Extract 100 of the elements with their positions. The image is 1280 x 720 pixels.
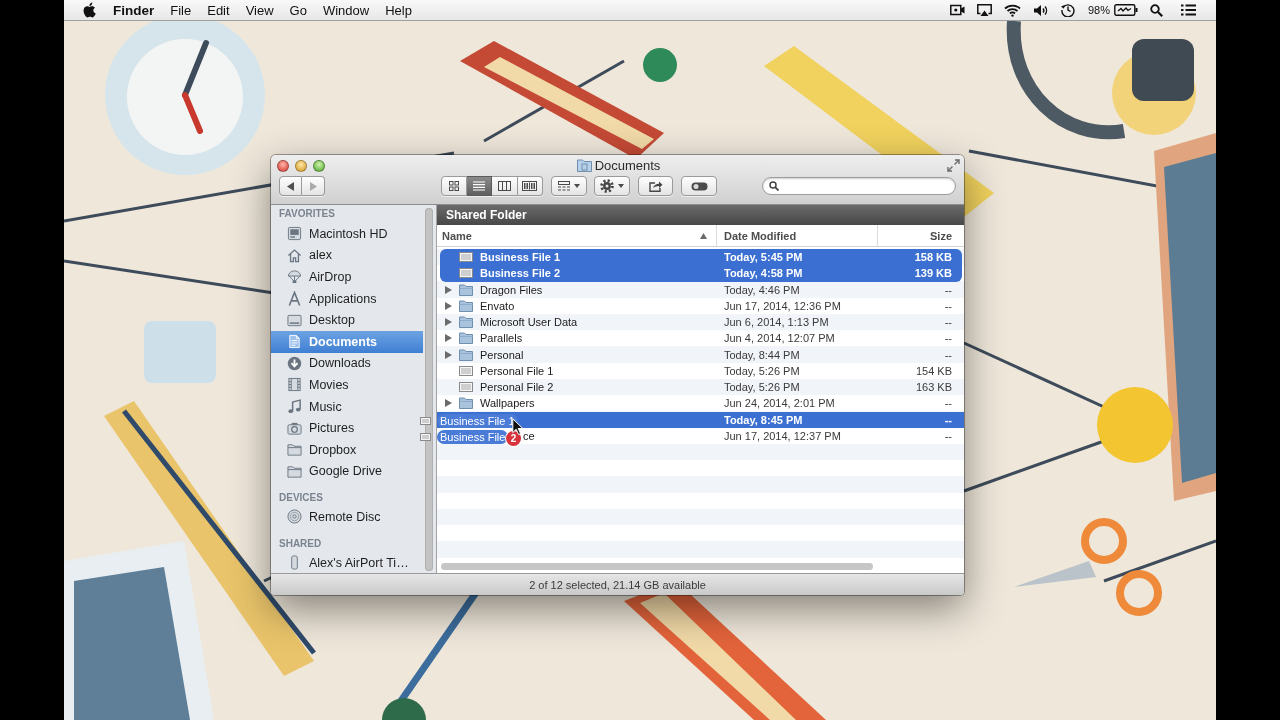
back-button[interactable]	[279, 176, 302, 196]
date-modified: Today, 5:26 PM	[724, 364, 800, 377]
file-row[interactable]: Dragon Files Today, 4:46 PM --	[440, 281, 962, 298]
document-icon	[459, 382, 473, 393]
sidebar-item[interactable]: Alex's AirPort Ti…	[271, 551, 423, 574]
file-name: Personal File 2	[480, 381, 554, 394]
menu-item[interactable]: Window	[322, 2, 370, 18]
house-icon	[287, 247, 302, 263]
sidebar-item[interactable]: alex	[271, 244, 423, 267]
document-icon	[287, 334, 302, 350]
pill-icon	[690, 181, 708, 191]
sidebar-item[interactable]: Music	[271, 395, 423, 418]
menu-item[interactable]: File	[170, 2, 192, 18]
file-row[interactable]: Personal File 1 Today, 5:26 PM 154 KB	[440, 362, 962, 379]
sort-arrow-icon	[700, 232, 707, 239]
arrange-icon	[558, 181, 570, 191]
folder-icon	[459, 332, 473, 345]
file-size: --	[944, 397, 952, 410]
action-button[interactable]	[594, 176, 630, 196]
date-modified: Today, 8:44 PM	[724, 348, 800, 361]
menu-item[interactable]: Help	[385, 2, 412, 18]
sidebar-item[interactable]: Pictures	[271, 417, 423, 439]
search-icon[interactable]	[1150, 3, 1163, 17]
sidebar-item[interactable]: Dropbox	[271, 438, 423, 461]
menu-item[interactable]: Edit	[207, 2, 230, 18]
column-header[interactable]: Size	[877, 225, 964, 246]
share-button[interactable]	[638, 176, 673, 196]
file-row[interactable]: Business File 1 Today, 5:45 PM 158 KB	[440, 249, 962, 266]
screen-triangle-icon[interactable]	[976, 3, 992, 17]
folder-icon	[459, 316, 473, 329]
scrollbar-thumb[interactable]	[441, 563, 873, 570]
file-size: 158 KB	[914, 251, 952, 264]
clock-icon[interactable]	[1060, 3, 1075, 17]
icon-view-button[interactable]	[441, 176, 467, 196]
app-menu[interactable]: Finder	[113, 2, 155, 18]
list-icon	[472, 181, 485, 191]
sidebar-item[interactable]: Downloads	[271, 352, 423, 375]
arrange-button[interactable]	[551, 176, 587, 196]
folder-icon	[459, 299, 473, 312]
cover-flow-icon	[522, 181, 538, 191]
sidebar-item[interactable]: Applications	[271, 287, 423, 310]
sidebar-item[interactable]: AirDrop	[271, 266, 423, 288]
file-row[interactable]: Parallels Jun 4, 2014, 12:07 PM --	[440, 330, 962, 347]
date-modified: Jun 17, 2014, 12:37 PM	[724, 429, 841, 442]
file-name: Business File 1	[480, 251, 561, 264]
apple-icon[interactable]	[82, 2, 96, 18]
date-modified: Jun 24, 2014, 2:01 PM	[724, 397, 835, 410]
date-modified: Today, 4:46 PM	[724, 283, 800, 296]
file-name: Personal	[480, 348, 524, 361]
film-strip-icon	[287, 377, 302, 393]
close-button[interactable]	[277, 159, 289, 172]
column-header[interactable]: Name	[437, 225, 716, 246]
file-row[interactable]: Personal File 2 Today, 5:26 PM 163 KB	[440, 379, 962, 396]
sidebar-item[interactable]: Macintosh HD	[271, 223, 423, 245]
battery-charging-icon[interactable]	[1114, 4, 1138, 16]
fullscreen-icon[interactable]	[947, 159, 960, 172]
cursor-icon	[512, 418, 523, 435]
file-size: --	[944, 413, 952, 426]
battery-percentage: 98%	[1087, 4, 1110, 16]
menu-item[interactable]: View	[245, 2, 274, 18]
file-row[interactable]: Envato Jun 17, 2014, 12:36 PM --	[440, 297, 962, 314]
file-row[interactable]: Microsoft User Data Jun 6, 2014, 1:13 PM --	[440, 314, 962, 331]
folder-icon	[459, 283, 473, 296]
search-field[interactable]	[762, 177, 956, 195]
document-icon	[459, 365, 473, 376]
date-modified: Jun 6, 2014, 1:13 PM	[724, 316, 829, 329]
file-name: Microsoft User Data	[480, 316, 578, 329]
file-size: --	[944, 316, 952, 329]
file-row[interactable]: Personal Today, 8:44 PM --	[440, 346, 962, 363]
status-text: 2 of 12 selected, 21.14 GB available	[529, 578, 706, 591]
volume-icon[interactable]	[1032, 3, 1049, 17]
drag-label: Business File	[437, 430, 509, 444]
file-row[interactable]: Wallpapers Jun 24, 2014, 2:01 PM --	[440, 395, 962, 412]
file-size: --	[944, 429, 952, 442]
folder-name: Shared Folder	[446, 208, 527, 222]
scrollbar-thumb[interactable]	[425, 208, 433, 571]
desktop-icon	[287, 312, 302, 328]
tags-button[interactable]	[681, 176, 717, 196]
column-header[interactable]: Date Modified	[716, 225, 877, 246]
file-name: Parallels	[480, 332, 523, 345]
caret-icon	[618, 184, 624, 188]
sidebar-item[interactable]: Google Drive	[271, 460, 423, 483]
disclosure-triangle-icon	[444, 399, 452, 408]
file-row[interactable]: Business File 2 Today, 4:58 PM 139 KB	[440, 265, 962, 282]
search-icon	[769, 181, 779, 191]
minimize-button[interactable]	[295, 159, 307, 172]
sidebar-item[interactable]: Remote Disc	[271, 506, 423, 528]
list-view-button[interactable]	[466, 176, 492, 196]
sidebar-item[interactable]: Desktop	[271, 309, 423, 331]
wifi-icon[interactable]	[1003, 3, 1021, 17]
cover-flow-button[interactable]	[517, 176, 543, 196]
disc-icon	[287, 509, 302, 525]
video-camera-icon[interactable]	[949, 4, 965, 16]
caret-icon	[574, 184, 580, 188]
gear-icon	[600, 179, 614, 193]
menu-item[interactable]: Go	[289, 2, 307, 18]
list-icon[interactable]	[1181, 4, 1196, 16]
zoom-button[interactable]	[313, 159, 325, 172]
sidebar-item[interactable]: Movies	[271, 374, 423, 396]
column-view-button[interactable]	[492, 176, 518, 196]
